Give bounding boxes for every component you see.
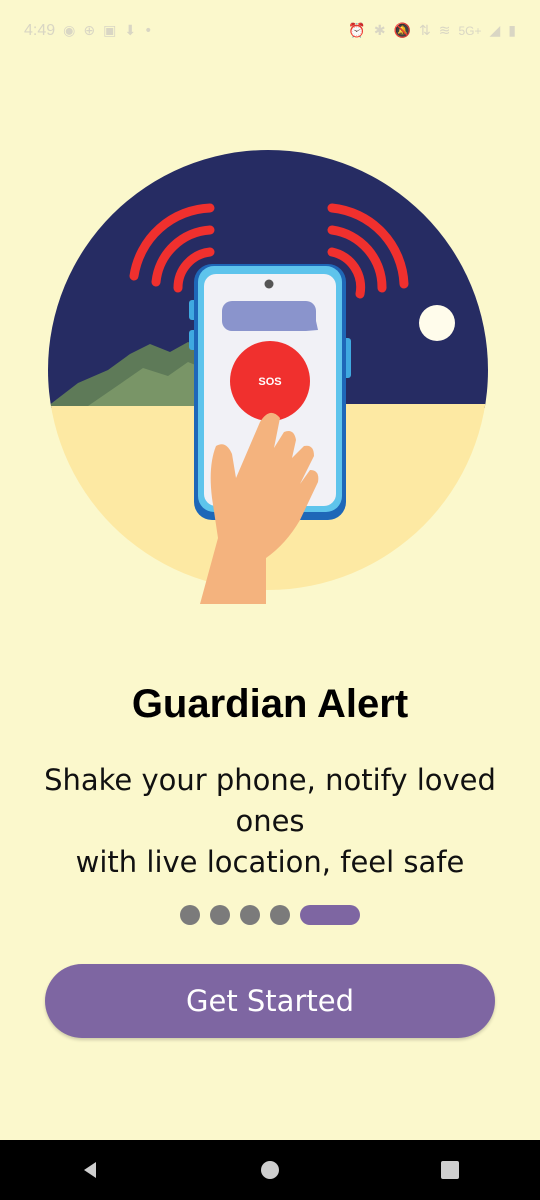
battery-icon: ▮ (508, 23, 516, 39)
page-dot-2[interactable] (210, 905, 230, 925)
page-dot-3[interactable] (240, 905, 260, 925)
whatsapp-icon: ◉ (63, 23, 76, 39)
status-left: 4:49 ◉ ⊕ ▣ ⬇ • (24, 22, 152, 40)
alarm-icon: ⏰ (348, 23, 366, 39)
status-time: 4:49 (24, 22, 56, 39)
page-indicator (180, 904, 360, 926)
subtitle-line-2: with live location, feel safe (75, 845, 465, 879)
wifi-icon: ≋ (438, 23, 451, 39)
bluetooth-icon: ✱ (373, 23, 386, 39)
download-icon: ⬇ (124, 23, 137, 39)
back-icon (84, 1162, 96, 1178)
screenshot-icon: ▣ (103, 23, 117, 39)
status-right: ⏰ ✱ 🔕 ⇅ ≋ 5G+ ◢ ▮ (348, 23, 516, 39)
network-type: 5G+ (458, 24, 482, 38)
dot-icon: • (144, 23, 153, 39)
page-dot-1[interactable] (180, 905, 200, 925)
sos-illustration: SOS (48, 150, 488, 604)
subtitle: Shake your phone, notify loved ones with… (20, 760, 520, 883)
message-bubble-icon (222, 301, 318, 331)
system-nav-bar (0, 1140, 540, 1200)
recents-icon (441, 1161, 459, 1179)
back-button[interactable] (70, 1150, 110, 1190)
signal-icon: ◢ (489, 23, 501, 39)
moon-icon (419, 305, 455, 341)
home-button[interactable] (250, 1150, 290, 1190)
mute-icon: 🔕 (393, 23, 412, 39)
page-dot-4[interactable] (270, 905, 290, 925)
home-icon (261, 1161, 279, 1179)
subtitle-line-1: Shake your phone, notify loved ones (44, 763, 496, 838)
status-bar: 4:49 ◉ ⊕ ▣ ⬇ • ⏰ ✱ 🔕 ⇅ ≋ 5G+ ◢ ▮ (0, 0, 540, 62)
page-title: Guardian Alert (131, 682, 409, 726)
get-started-button[interactable]: Get Started (45, 964, 495, 1038)
recents-button[interactable] (430, 1150, 470, 1190)
sos-label: SOS (258, 376, 281, 388)
vpn-icon: ⊕ (83, 23, 96, 39)
data-icon: ⇅ (419, 23, 431, 39)
page-dot-5-active[interactable] (300, 905, 360, 925)
